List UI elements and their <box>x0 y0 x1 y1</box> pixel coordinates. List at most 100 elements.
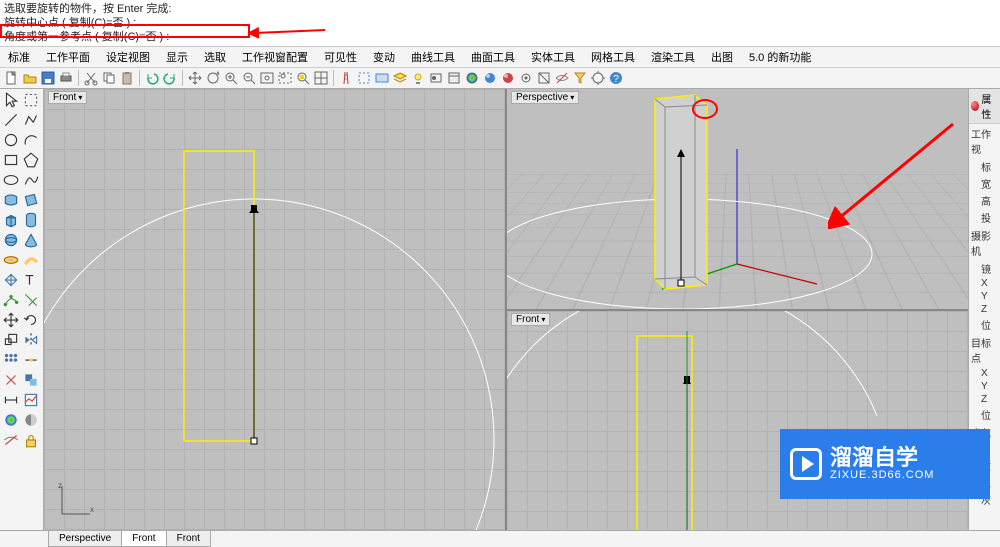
torus-tool-icon[interactable] <box>2 251 20 269</box>
properties-row[interactable]: 镜 <box>969 260 1000 277</box>
sphere-red-icon[interactable] <box>500 70 516 86</box>
properties-row[interactable]: Z <box>969 393 1000 406</box>
curve-tool-icon[interactable] <box>22 171 40 189</box>
cut-icon[interactable] <box>83 70 99 86</box>
properties-icon[interactable] <box>446 70 462 86</box>
arc-tool-icon[interactable] <box>22 131 40 149</box>
save-file-icon[interactable] <box>40 70 56 86</box>
edit-pts-icon[interactable] <box>2 291 20 309</box>
shade-tool-icon[interactable] <box>22 411 40 429</box>
move-tool-icon[interactable] <box>2 311 20 329</box>
viewport-label[interactable]: Front ▾ <box>48 91 87 104</box>
hide-tool-icon[interactable] <box>2 431 20 449</box>
render-tool-icon[interactable] <box>2 411 20 429</box>
group-tool-icon[interactable] <box>22 371 40 389</box>
properties-row[interactable]: Y <box>969 290 1000 303</box>
properties-row[interactable]: X <box>969 277 1000 290</box>
zoom-extents-icon[interactable] <box>259 70 275 86</box>
lock-tool-icon[interactable] <box>22 431 40 449</box>
menu-item-12[interactable]: 渲染工具 <box>643 47 703 67</box>
polyline-tool-icon[interactable] <box>22 111 40 129</box>
layers-icon[interactable] <box>392 70 408 86</box>
zoom-selected-icon[interactable] <box>295 70 311 86</box>
properties-header[interactable]: 属性 <box>969 89 1000 124</box>
new-file-icon[interactable] <box>4 70 20 86</box>
cylinder-tool-icon[interactable] <box>22 211 40 229</box>
box-tool-icon[interactable] <box>2 211 20 229</box>
menu-item-10[interactable]: 实体工具 <box>523 47 583 67</box>
line-tool-icon[interactable] <box>2 111 20 129</box>
sphere-blue-icon[interactable] <box>482 70 498 86</box>
pan-icon[interactable] <box>187 70 203 86</box>
four-viewport-icon[interactable] <box>313 70 329 86</box>
toggle-icon[interactable] <box>428 70 444 86</box>
named-view-icon[interactable] <box>374 70 390 86</box>
menu-item-14[interactable]: 5.0 的新功能 <box>741 47 819 67</box>
properties-row[interactable]: 标 <box>969 158 1000 175</box>
plane-tool-icon[interactable] <box>22 191 40 209</box>
undo-icon[interactable] <box>144 70 160 86</box>
properties-row[interactable]: 位 <box>969 406 1000 423</box>
menu-item-6[interactable]: 可见性 <box>316 47 365 67</box>
menu-item-4[interactable]: 选取 <box>196 47 234 67</box>
viewport-label[interactable]: Front ▾ <box>511 313 550 326</box>
viewport-tab[interactable]: Front <box>166 531 211 547</box>
filter-icon[interactable] <box>572 70 588 86</box>
pointer-tool-icon[interactable] <box>2 91 20 109</box>
menu-item-7[interactable]: 变动 <box>365 47 403 67</box>
setting1-icon[interactable] <box>518 70 534 86</box>
menu-item-11[interactable]: 网格工具 <box>583 47 643 67</box>
setting2-icon[interactable] <box>536 70 552 86</box>
menu-item-0[interactable]: 标准 <box>0 47 38 67</box>
properties-row[interactable]: Z <box>969 303 1000 316</box>
polygon-tool-icon[interactable] <box>22 151 40 169</box>
redo-icon[interactable] <box>162 70 178 86</box>
menu-item-9[interactable]: 曲面工具 <box>463 47 523 67</box>
text-tool-icon[interactable]: T <box>22 271 40 289</box>
properties-row[interactable]: 高 <box>969 192 1000 209</box>
properties-row[interactable]: 宽 <box>969 175 1000 192</box>
menu-item-13[interactable]: 出图 <box>703 47 741 67</box>
sphere-tool-icon[interactable] <box>2 231 20 249</box>
viewport-front-large[interactable]: Front ▾ x z <box>44 89 505 530</box>
road-icon[interactable] <box>338 70 354 86</box>
menu-item-2[interactable]: 设定视图 <box>98 47 158 67</box>
hidden-icon[interactable] <box>554 70 570 86</box>
rotate-view-icon[interactable] <box>205 70 221 86</box>
menu-item-3[interactable]: 显示 <box>158 47 196 67</box>
dimension-tool-icon[interactable] <box>2 391 20 409</box>
light-icon[interactable] <box>410 70 426 86</box>
mesh-tool-icon[interactable] <box>2 271 20 289</box>
scale-tool-icon[interactable] <box>2 331 20 349</box>
array-tool-icon[interactable] <box>2 351 20 369</box>
command-input[interactable] <box>172 31 272 43</box>
rectangle-tool-icon[interactable] <box>2 151 20 169</box>
menu-item-8[interactable]: 曲线工具 <box>403 47 463 67</box>
mirror-tool-icon[interactable] <box>22 331 40 349</box>
properties-row[interactable]: 位 <box>969 316 1000 333</box>
analyze-tool-icon[interactable] <box>22 391 40 409</box>
trim-tool-icon[interactable] <box>22 291 40 309</box>
menu-item-1[interactable]: 工作平面 <box>38 47 98 67</box>
properties-row[interactable]: X <box>969 367 1000 380</box>
print-icon[interactable] <box>58 70 74 86</box>
paste-icon[interactable] <box>119 70 135 86</box>
viewport-perspective[interactable]: Perspective ▾ <box>507 89 968 309</box>
properties-row[interactable]: Y <box>969 380 1000 393</box>
copy-icon[interactable] <box>101 70 117 86</box>
explode-tool-icon[interactable] <box>2 371 20 389</box>
command-prompt[interactable]: 角度或第一参考点 ( 复制(C)=否 ) : <box>4 30 996 44</box>
pipe-tool-icon[interactable] <box>22 251 40 269</box>
zoom-window-icon[interactable] <box>277 70 293 86</box>
ellipse-tool-icon[interactable] <box>2 171 20 189</box>
zoom-in-icon[interactable] <box>223 70 239 86</box>
menu-item-5[interactable]: 工作视窗配置 <box>234 47 316 67</box>
render-icon[interactable] <box>464 70 480 86</box>
options-icon[interactable] <box>590 70 606 86</box>
join-tool-icon[interactable] <box>22 351 40 369</box>
select-icon[interactable] <box>356 70 372 86</box>
zoom-out-icon[interactable] <box>241 70 257 86</box>
circle-tool-icon[interactable] <box>2 131 20 149</box>
viewport-tab[interactable]: Front <box>121 531 166 547</box>
lasso-tool-icon[interactable] <box>22 91 40 109</box>
